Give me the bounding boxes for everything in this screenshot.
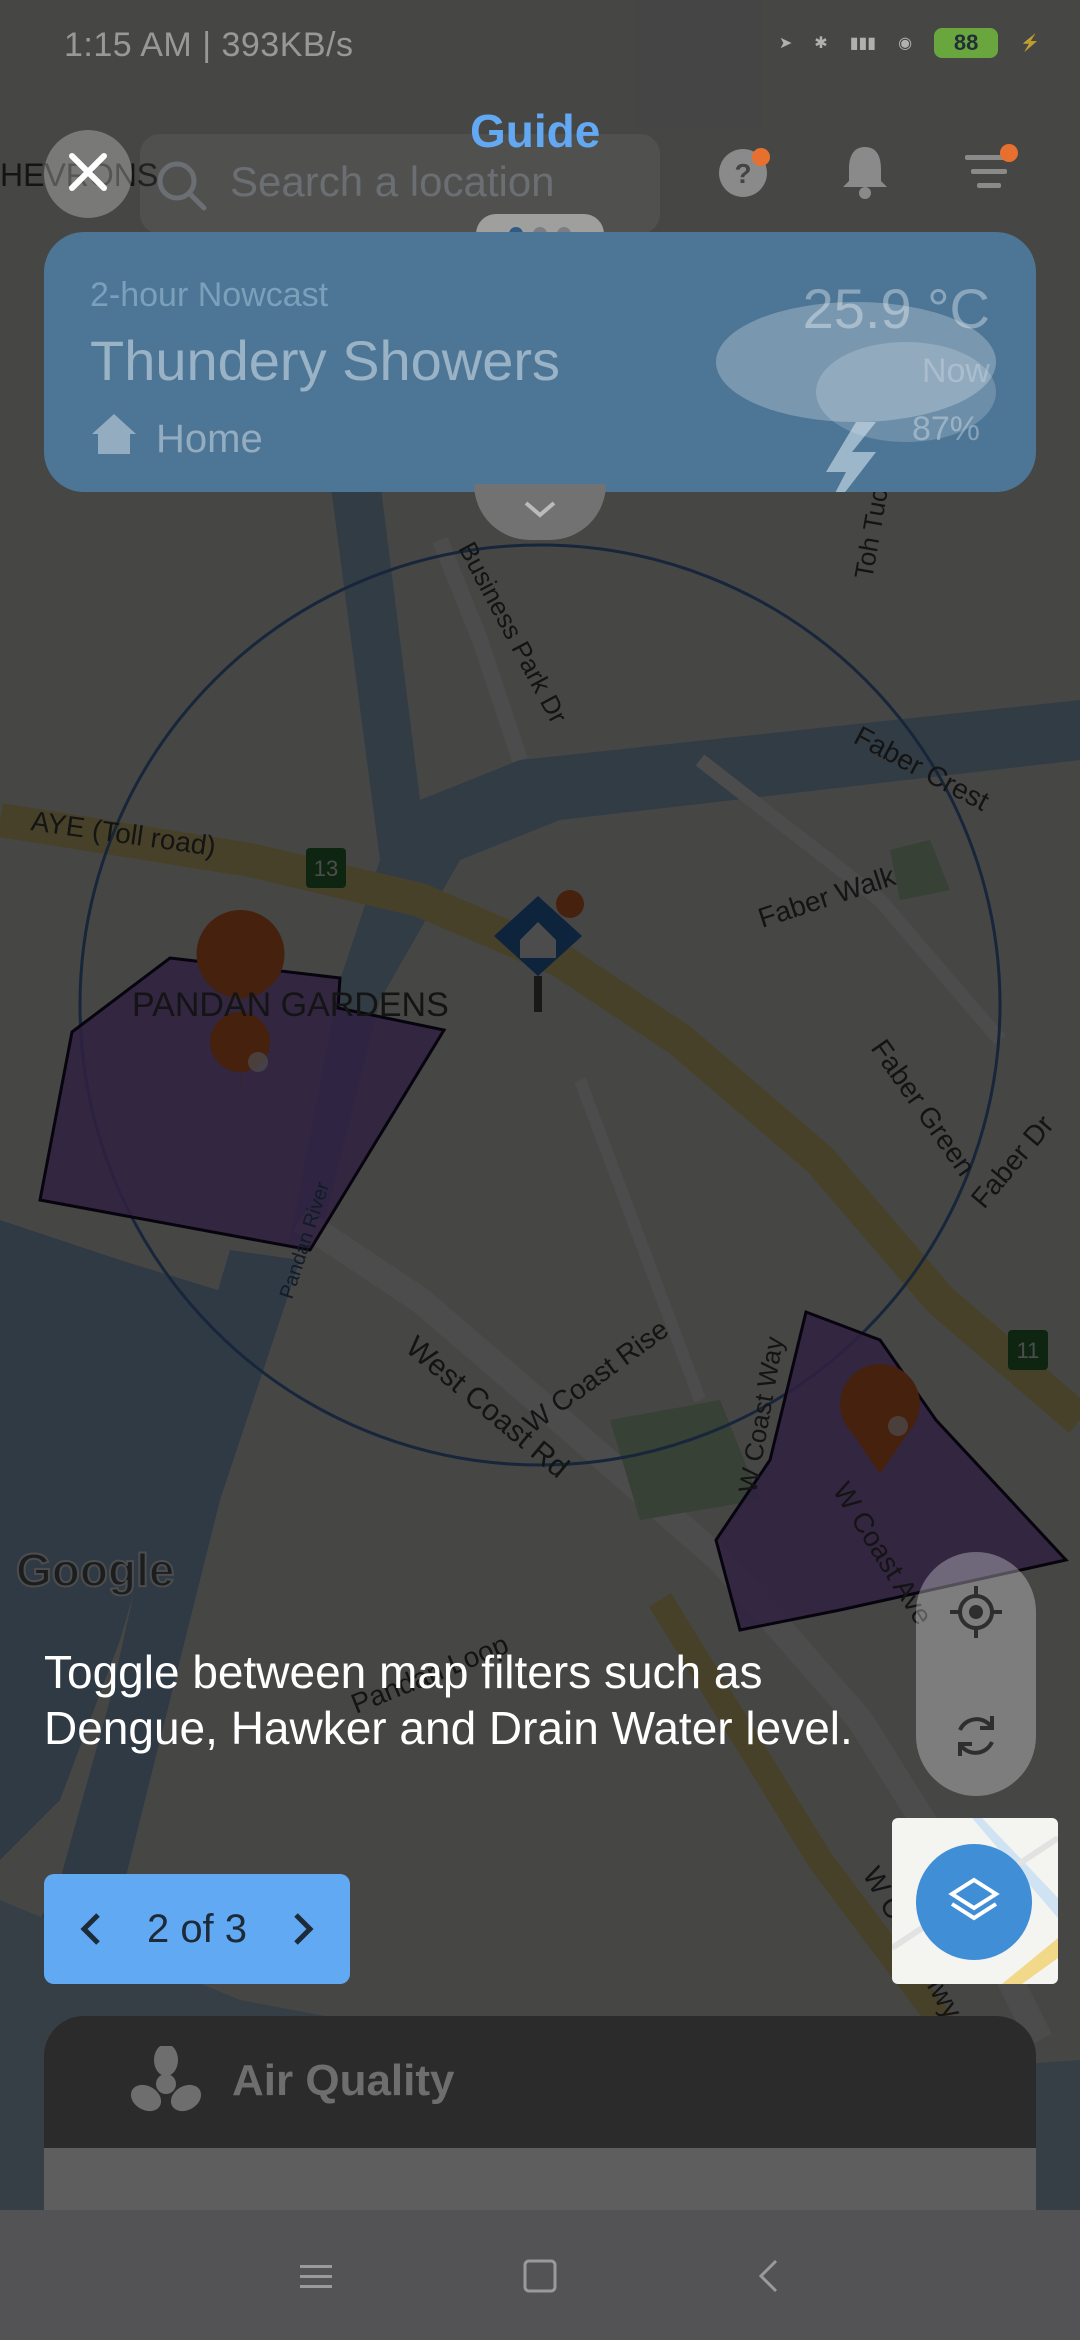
status-time-speed: 1:15 AM | 393KB/s xyxy=(64,26,354,64)
guide-page-count: 2 of 3 xyxy=(146,1906,248,1951)
thunderstorm-icon xyxy=(716,302,996,492)
location-row: Home xyxy=(90,412,263,466)
help-bubble-icon: ? xyxy=(713,139,777,208)
guide-pager: 2 of 3 xyxy=(44,1874,350,1984)
weather-condition: Thundery Showers xyxy=(90,329,561,392)
status-icons: ➤ ✱ ▮▮▮ ◉ 88 ⚡ xyxy=(779,28,1040,58)
my-location-icon xyxy=(950,1586,1002,1638)
search-placeholder: Search a location xyxy=(230,158,555,205)
menu-icon xyxy=(300,2265,332,2288)
exit-marker-13: 13 xyxy=(306,848,346,888)
help-button[interactable]: ? xyxy=(700,128,790,218)
filter-button[interactable] xyxy=(944,128,1034,218)
fan-icon xyxy=(128,2044,204,2127)
bell-icon xyxy=(833,139,897,208)
search-icon xyxy=(152,156,212,221)
chevron-down-icon xyxy=(522,499,558,526)
map-label-pandan-gardens: PANDAN GARDENS xyxy=(132,986,449,1024)
back-icon xyxy=(758,2259,778,2293)
filter-icon xyxy=(957,139,1021,208)
refresh-button[interactable] xyxy=(936,1696,1016,1776)
svg-text:11: 11 xyxy=(1017,1338,1040,1363)
map-layers-button[interactable] xyxy=(916,1844,1032,1960)
nav-back-button[interactable] xyxy=(738,2246,798,2306)
wifi-icon: ◉ xyxy=(898,35,913,52)
status-bar: 1:15 AM | 393KB/s ➤ ✱ ▮▮▮ ◉ 88 ⚡ xyxy=(0,0,1080,96)
nowcast-subtitle: 2-hour Nowcast xyxy=(90,276,329,314)
guide-title: Guide xyxy=(470,105,601,157)
nav-home-button[interactable] xyxy=(510,2246,570,2306)
air-quality-card[interactable]: Air Quality xyxy=(44,2016,1036,2210)
notifications-button[interactable] xyxy=(820,128,910,218)
map-layers-preview[interactable] xyxy=(892,1818,1058,1984)
bluetooth-icon: ✱ xyxy=(814,35,828,52)
exit-marker-11: 11 xyxy=(1008,1330,1048,1370)
svg-text:13: 13 xyxy=(314,856,338,881)
nav-menu-button[interactable] xyxy=(286,2246,346,2306)
close-icon xyxy=(66,150,110,199)
google-logo: Google xyxy=(16,1544,174,1596)
chevron-left-icon xyxy=(80,1913,100,1945)
top-bar: Search a location Guide ? xyxy=(0,90,1080,234)
chevron-right-icon xyxy=(294,1913,314,1945)
guide-description: Toggle between map filters such as Dengu… xyxy=(44,1646,853,1754)
close-guide-button[interactable] xyxy=(44,130,132,218)
location-icon: ➤ xyxy=(778,35,793,52)
map-controls xyxy=(916,1552,1036,1796)
system-nav-bar xyxy=(0,2210,1080,2340)
my-location-button[interactable] xyxy=(936,1572,1016,1652)
home-icon xyxy=(90,412,138,466)
refresh-icon xyxy=(958,1716,994,1756)
layers-icon xyxy=(948,1877,1000,1921)
battery-indicator: 88 xyxy=(934,28,999,58)
air-quality-label: Air Quality xyxy=(232,2056,455,2105)
nowcast-card[interactable]: 2-hour Nowcast Thundery Showers Home 25.… xyxy=(44,232,1036,492)
svg-text:?: ? xyxy=(734,158,751,189)
home-square-icon xyxy=(523,2259,557,2293)
guide-next-button[interactable] xyxy=(278,1899,328,1959)
signal-icon: ▮▮▮ xyxy=(849,35,877,52)
charging-icon: ⚡ xyxy=(1020,35,1040,52)
location-name: Home xyxy=(156,416,263,461)
air-quality-content xyxy=(44,2148,1036,2210)
guide-prev-button[interactable] xyxy=(66,1899,116,1959)
